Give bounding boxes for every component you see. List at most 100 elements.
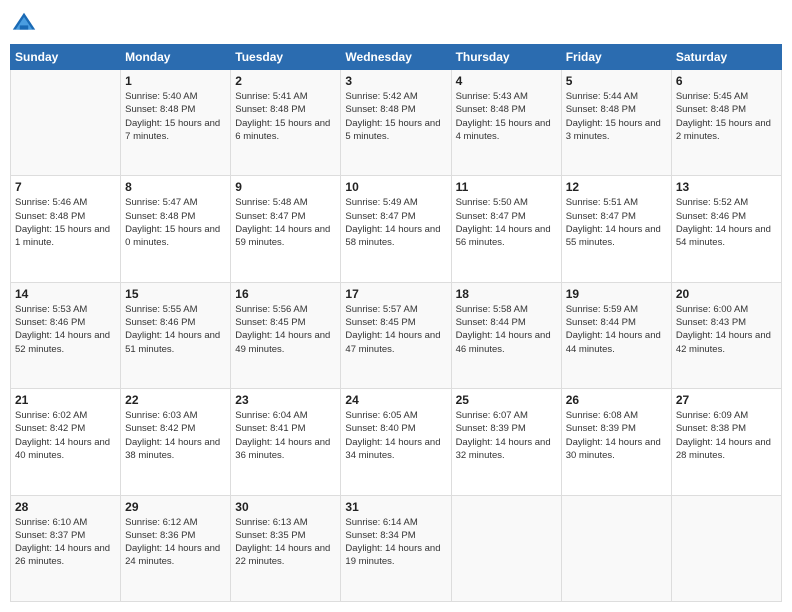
day-info: Sunrise: 5:51 AMSunset: 8:47 PMDaylight:… <box>566 196 667 249</box>
calendar-cell: 8Sunrise: 5:47 AMSunset: 8:48 PMDaylight… <box>121 176 231 282</box>
day-info: Sunrise: 6:12 AMSunset: 8:36 PMDaylight:… <box>125 516 226 569</box>
day-header-tuesday: Tuesday <box>231 45 341 70</box>
day-header-friday: Friday <box>561 45 671 70</box>
day-number: 11 <box>456 180 557 194</box>
day-number: 17 <box>345 287 446 301</box>
day-info: Sunrise: 5:43 AMSunset: 8:48 PMDaylight:… <box>456 90 557 143</box>
day-info: Sunrise: 6:10 AMSunset: 8:37 PMDaylight:… <box>15 516 116 569</box>
calendar-cell: 3 Sunrise: 5:42 AMSunset: 8:48 PMDaylight… <box>341 70 451 176</box>
day-info: Sunrise: 6:13 AMSunset: 8:35 PMDaylight:… <box>235 516 336 569</box>
day-number: 14 <box>15 287 116 301</box>
calendar-cell: 9Sunrise: 5:48 AMSunset: 8:47 PMDaylight… <box>231 176 341 282</box>
calendar-cell: 27 Sunrise: 6:09 AMSunset: 8:38 PMDayligh… <box>671 389 781 495</box>
day-info: Sunrise: 6:14 AMSunset: 8:34 PMDaylight:… <box>345 516 446 569</box>
day-number: 25 <box>456 393 557 407</box>
day-info: Sunrise: 5:42 AMSunset: 8:48 PMDaylight:… <box>345 90 446 143</box>
calendar-cell: 23 Sunrise: 6:04 AMSunset: 8:41 PMDayligh… <box>231 389 341 495</box>
day-info: Sunrise: 5:53 AMSunset: 8:46 PMDaylight:… <box>15 303 116 356</box>
calendar-table: SundayMondayTuesdayWednesdayThursdayFrid… <box>10 44 782 602</box>
day-info: Sunrise: 5:58 AMSunset: 8:44 PMDaylight:… <box>456 303 557 356</box>
day-number: 12 <box>566 180 667 194</box>
day-header-sunday: Sunday <box>11 45 121 70</box>
day-number: 24 <box>345 393 446 407</box>
calendar-body: 1Sunrise: 5:40 AMSunset: 8:48 PMDaylight… <box>11 70 782 602</box>
day-number: 2 <box>235 74 336 88</box>
day-number: 1 <box>125 74 226 88</box>
calendar-cell: 2 Sunrise: 5:41 AMSunset: 8:48 PMDaylight… <box>231 70 341 176</box>
calendar-cell: 11 Sunrise: 5:50 AMSunset: 8:47 PMDayligh… <box>451 176 561 282</box>
day-header-thursday: Thursday <box>451 45 561 70</box>
day-number: 29 <box>125 500 226 514</box>
calendar-cell: 31 Sunrise: 6:14 AMSunset: 8:34 PMDayligh… <box>341 495 451 601</box>
calendar-cell: 21 Sunrise: 6:02 AMSunset: 8:42 PMDayligh… <box>11 389 121 495</box>
week-row-1: 1Sunrise: 5:40 AMSunset: 8:48 PMDaylight… <box>11 70 782 176</box>
day-number: 7 <box>15 180 116 194</box>
day-number: 18 <box>456 287 557 301</box>
day-info: Sunrise: 6:04 AMSunset: 8:41 PMDaylight:… <box>235 409 336 462</box>
calendar-header: SundayMondayTuesdayWednesdayThursdayFrid… <box>11 45 782 70</box>
day-number: 26 <box>566 393 667 407</box>
day-info: Sunrise: 6:02 AMSunset: 8:42 PMDaylight:… <box>15 409 116 462</box>
day-info: Sunrise: 5:41 AMSunset: 8:48 PMDaylight:… <box>235 90 336 143</box>
calendar-cell: 17 Sunrise: 5:57 AMSunset: 8:45 PMDayligh… <box>341 282 451 388</box>
calendar-cell: 10Sunrise: 5:49 AMSunset: 8:47 PMDayligh… <box>341 176 451 282</box>
day-number: 16 <box>235 287 336 301</box>
calendar-cell: 20 Sunrise: 6:00 AMSunset: 8:43 PMDayligh… <box>671 282 781 388</box>
day-number: 13 <box>676 180 777 194</box>
day-number: 5 <box>566 74 667 88</box>
day-header-saturday: Saturday <box>671 45 781 70</box>
day-header-monday: Monday <box>121 45 231 70</box>
calendar-cell: 12 Sunrise: 5:51 AMSunset: 8:47 PMDayligh… <box>561 176 671 282</box>
calendar-cell: 25 Sunrise: 6:07 AMSunset: 8:39 PMDayligh… <box>451 389 561 495</box>
day-header-wednesday: Wednesday <box>341 45 451 70</box>
day-number: 6 <box>676 74 777 88</box>
day-info: Sunrise: 5:45 AMSunset: 8:48 PMDaylight:… <box>676 90 777 143</box>
day-number: 15 <box>125 287 226 301</box>
calendar-cell: 29 Sunrise: 6:12 AMSunset: 8:36 PMDayligh… <box>121 495 231 601</box>
calendar-cell: 22 Sunrise: 6:03 AMSunset: 8:42 PMDayligh… <box>121 389 231 495</box>
day-info: Sunrise: 5:57 AMSunset: 8:45 PMDaylight:… <box>345 303 446 356</box>
day-number: 19 <box>566 287 667 301</box>
calendar-cell: 16 Sunrise: 5:56 AMSunset: 8:45 PMDayligh… <box>231 282 341 388</box>
day-number: 27 <box>676 393 777 407</box>
day-number: 4 <box>456 74 557 88</box>
day-number: 31 <box>345 500 446 514</box>
header <box>10 10 782 38</box>
calendar-cell: 14 Sunrise: 5:53 AMSunset: 8:46 PMDayligh… <box>11 282 121 388</box>
calendar-cell: 28 Sunrise: 6:10 AMSunset: 8:37 PMDayligh… <box>11 495 121 601</box>
day-info: Sunrise: 6:09 AMSunset: 8:38 PMDaylight:… <box>676 409 777 462</box>
day-info: Sunrise: 6:00 AMSunset: 8:43 PMDaylight:… <box>676 303 777 356</box>
calendar-cell: 6 Sunrise: 5:45 AMSunset: 8:48 PMDaylight… <box>671 70 781 176</box>
calendar-cell: 26 Sunrise: 6:08 AMSunset: 8:39 PMDayligh… <box>561 389 671 495</box>
week-row-4: 21 Sunrise: 6:02 AMSunset: 8:42 PMDayligh… <box>11 389 782 495</box>
days-of-week-row: SundayMondayTuesdayWednesdayThursdayFrid… <box>11 45 782 70</box>
calendar-cell: 1Sunrise: 5:40 AMSunset: 8:48 PMDaylight… <box>121 70 231 176</box>
calendar-cell <box>561 495 671 601</box>
day-number: 22 <box>125 393 226 407</box>
day-number: 3 <box>345 74 446 88</box>
calendar-cell <box>451 495 561 601</box>
week-row-3: 14 Sunrise: 5:53 AMSunset: 8:46 PMDayligh… <box>11 282 782 388</box>
day-info: Sunrise: 5:46 AMSunset: 8:48 PMDaylight:… <box>15 196 116 249</box>
calendar-cell: 18 Sunrise: 5:58 AMSunset: 8:44 PMDayligh… <box>451 282 561 388</box>
calendar-cell: 30Sunrise: 6:13 AMSunset: 8:35 PMDayligh… <box>231 495 341 601</box>
day-info: Sunrise: 6:08 AMSunset: 8:39 PMDaylight:… <box>566 409 667 462</box>
day-number: 28 <box>15 500 116 514</box>
day-info: Sunrise: 5:47 AMSunset: 8:48 PMDaylight:… <box>125 196 226 249</box>
day-number: 21 <box>15 393 116 407</box>
day-info: Sunrise: 5:44 AMSunset: 8:48 PMDaylight:… <box>566 90 667 143</box>
week-row-5: 28 Sunrise: 6:10 AMSunset: 8:37 PMDayligh… <box>11 495 782 601</box>
calendar-cell: 5 Sunrise: 5:44 AMSunset: 8:48 PMDaylight… <box>561 70 671 176</box>
day-info: Sunrise: 6:05 AMSunset: 8:40 PMDaylight:… <box>345 409 446 462</box>
calendar-cell: 15Sunrise: 5:55 AMSunset: 8:46 PMDayligh… <box>121 282 231 388</box>
calendar-cell <box>11 70 121 176</box>
day-number: 20 <box>676 287 777 301</box>
day-number: 9 <box>235 180 336 194</box>
day-info: Sunrise: 6:03 AMSunset: 8:42 PMDaylight:… <box>125 409 226 462</box>
day-info: Sunrise: 6:07 AMSunset: 8:39 PMDaylight:… <box>456 409 557 462</box>
week-row-2: 7 Sunrise: 5:46 AMSunset: 8:48 PMDaylight… <box>11 176 782 282</box>
day-number: 23 <box>235 393 336 407</box>
day-info: Sunrise: 5:49 AMSunset: 8:47 PMDaylight:… <box>345 196 446 249</box>
day-info: Sunrise: 5:50 AMSunset: 8:47 PMDaylight:… <box>456 196 557 249</box>
day-info: Sunrise: 5:56 AMSunset: 8:45 PMDaylight:… <box>235 303 336 356</box>
